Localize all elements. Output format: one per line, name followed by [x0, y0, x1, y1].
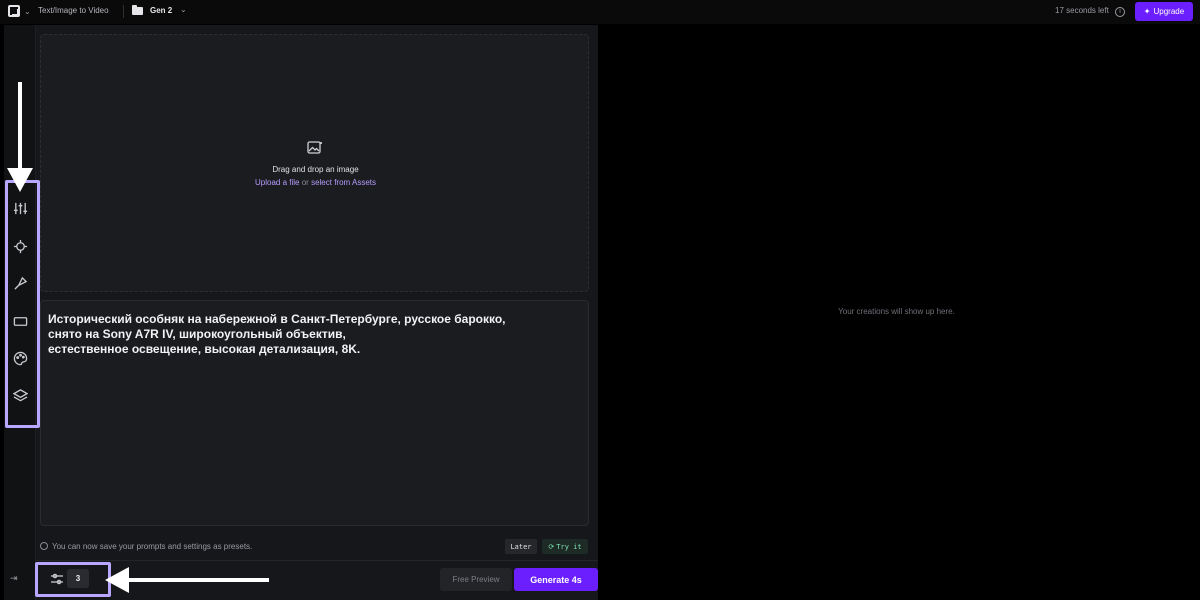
prompt-input[interactable]: Исторический особняк на набережной в Сан… [40, 300, 589, 526]
later-button[interactable]: Later [505, 539, 537, 554]
project-label[interactable]: Gen 2 [150, 6, 172, 15]
folder-icon [132, 5, 143, 15]
preset-tip: You can now save your prompts and settin… [40, 539, 589, 555]
results-area: Your creations will show up here. [598, 24, 1200, 600]
image-dropzone[interactable]: Drag and drop an image Upload a file or … [40, 34, 589, 292]
time-left-text: 17 seconds left [1055, 6, 1109, 15]
logo-icon [8, 5, 20, 17]
tip-text: You can now save your prompts and settin… [52, 542, 253, 551]
info-icon[interactable]: i [1115, 7, 1125, 17]
logo-menu[interactable]: ⌄ [8, 5, 31, 17]
annotation-arrow-left [105, 567, 269, 593]
generation-count[interactable]: 3 [67, 569, 89, 588]
prompt-text[interactable]: Исторический особняк на набережной в Сан… [48, 312, 581, 357]
preset-icon [40, 542, 48, 550]
image-upload-icon [307, 141, 323, 155]
dropzone-links: Upload a file or select from Assets [41, 178, 590, 187]
select-assets-link[interactable]: select from Assets [311, 178, 376, 187]
chevron-down-icon: ⌄ [24, 6, 31, 16]
collapse-sidebar-icon[interactable]: ⇥ [10, 573, 18, 584]
annotation-highlight-tools [5, 180, 40, 428]
try-it-label: Try it [556, 542, 582, 551]
divider [36, 560, 598, 561]
sparkle-icon: ✦ [1143, 7, 1151, 16]
upgrade-label: Upgrade [1153, 7, 1185, 16]
settings-toggle-icon[interactable] [50, 572, 64, 585]
chevron-down-icon[interactable]: ⌄ [180, 5, 187, 14]
empty-results-message: Your creations will show up here. [838, 307, 955, 316]
upload-file-link[interactable]: Upload a file [255, 178, 299, 187]
divider [123, 5, 124, 18]
or-text: or [301, 178, 309, 187]
try-it-button[interactable]: ⟳ Try it [542, 539, 588, 554]
mode-label[interactable]: Text/Image to Video [38, 6, 109, 15]
preset-icon: ⟳ [548, 542, 555, 551]
annotation-arrow-down [7, 82, 33, 192]
generation-panel: Drag and drop an image Upload a file or … [4, 25, 598, 600]
upgrade-button[interactable]: ✦ Upgrade [1135, 2, 1193, 21]
top-bar: ⌄ Text/Image to Video Gen 2 ⌄ 17 seconds… [0, 0, 1200, 24]
generate-button[interactable]: Generate 4s [514, 568, 598, 591]
dropzone-title: Drag and drop an image [272, 165, 359, 174]
free-preview-button[interactable]: Free Preview [440, 568, 512, 591]
